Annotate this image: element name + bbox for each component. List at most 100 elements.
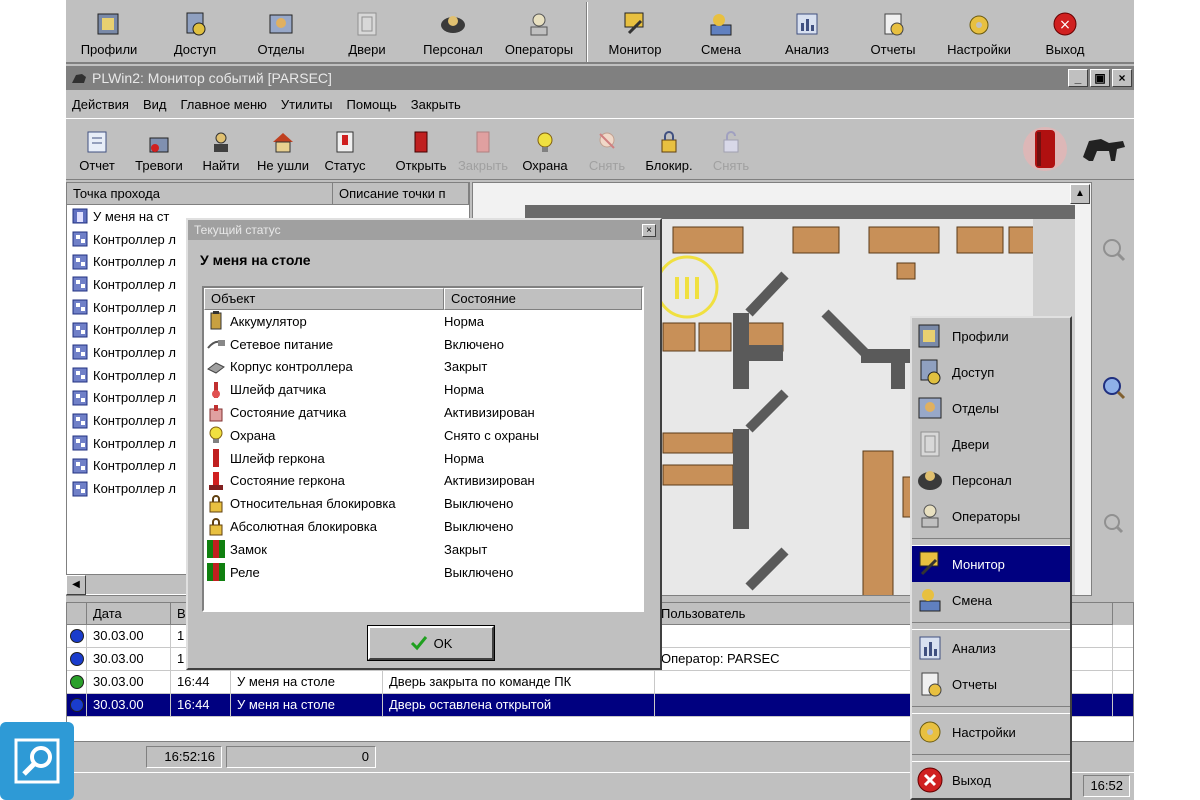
status-row[interactable]: Абсолютная блокировка Выключено [204, 515, 642, 538]
alarm-icon [149, 137, 169, 153]
status-object-cell: Состояние датчика [204, 403, 444, 423]
ok-button[interactable]: OK [367, 625, 495, 661]
status-row[interactable]: Сетевое питание Включено [204, 333, 642, 356]
status-row[interactable]: Корпус контроллера Закрыт [204, 356, 642, 379]
close-window-button[interactable]: × [1112, 69, 1132, 87]
window-titlebar[interactable]: PLWin2: Монитор событий [PARSEC] _ ▣ × [66, 66, 1134, 90]
dialog-title: Текущий статус [194, 223, 281, 237]
not-left-button[interactable]: Не ушли [252, 119, 314, 179]
status-row[interactable]: Относительная блокировка Выключено [204, 492, 642, 515]
open-door-button[interactable]: Открыть [390, 119, 452, 179]
popup-menu-item[interactable]: Операторы [912, 498, 1070, 534]
menu-view[interactable]: Вид [143, 97, 167, 112]
status-object-label: Реле [230, 564, 260, 580]
reed-state-icon [209, 471, 223, 490]
popup-menu-item[interactable]: Профили [912, 318, 1070, 354]
tree-item-label: Контроллер л [93, 299, 176, 315]
dialog-titlebar[interactable]: Текущий статус × [188, 220, 660, 240]
search-tile[interactable] [0, 722, 74, 800]
block-button[interactable]: Блокир. [638, 119, 700, 179]
status-row[interactable]: Шлейф геркона Норма [204, 447, 642, 470]
restore-button[interactable]: ▣ [1090, 69, 1110, 87]
menu-main[interactable]: Главное меню [181, 97, 267, 112]
shift-icon [706, 10, 736, 38]
map-scroll-up-button[interactable]: ▲ [1070, 184, 1090, 204]
desktop-screen: Профили Доступ Отделы Двери Персонал Опе… [66, 0, 1134, 800]
search-icon [14, 738, 60, 784]
status-row[interactable]: Реле Выключено [204, 561, 642, 584]
status-row[interactable]: Состояние датчика Активизирован [204, 401, 642, 424]
popup-menu-item[interactable]: Персонал [912, 462, 1070, 498]
find-button[interactable]: Найти [190, 119, 252, 179]
toolbar-personnel-button[interactable]: Персонал [410, 0, 496, 62]
menu-actions[interactable]: Действия [72, 97, 129, 112]
status-object-cell: Состояние геркона [204, 471, 444, 491]
toolbar-departments-button[interactable]: Отделы [238, 0, 324, 62]
status-row[interactable]: Состояние геркона Активизирован [204, 470, 642, 493]
status-object-cell: Реле [204, 562, 444, 582]
toolbar-doors-button[interactable]: Двери [324, 0, 410, 62]
tree-item-label: Контроллер л [93, 435, 176, 451]
menu-help[interactable]: Помощь [347, 97, 397, 112]
column-access-point[interactable]: Точка прохода [67, 183, 333, 204]
status-row[interactable]: Шлейф датчика Норма [204, 378, 642, 401]
popup-menu-item[interactable]: Отчеты [912, 666, 1070, 702]
status-object-label: Шлейф геркона [230, 450, 325, 466]
status-row[interactable]: Аккумулятор Норма [204, 310, 642, 333]
access-icon [920, 359, 941, 385]
column-state[interactable]: Состояние [444, 288, 642, 310]
toolbar-shift-button[interactable]: Смена [678, 0, 764, 62]
event-event-cell: Дверь оставлена открытой [383, 694, 655, 716]
status-state-cell: Выключено [444, 496, 514, 512]
controller-icon [72, 390, 88, 406]
analysis-icon [919, 636, 941, 660]
guard-button[interactable]: Охрана [514, 119, 576, 179]
toolbar-profiles-button[interactable]: Профили [66, 0, 152, 62]
menu-utilities[interactable]: Утилиты [281, 97, 333, 112]
popup-menu-item[interactable]: Смена [912, 582, 1070, 618]
minimize-button[interactable]: _ [1068, 69, 1088, 87]
alarms-button[interactable]: Тревоги [128, 119, 190, 179]
dialog-close-button[interactable]: × [642, 223, 656, 237]
controller-icon [72, 299, 88, 315]
menu-close[interactable]: Закрыть [411, 97, 461, 112]
popup-menu-item[interactable]: Настройки [912, 714, 1070, 750]
column-access-point-description[interactable]: Описание точки п [333, 183, 469, 204]
column-status[interactable] [67, 603, 87, 625]
popup-menu-item[interactable]: Двери [912, 426, 1070, 462]
status-button[interactable]: Статус [314, 119, 376, 179]
menu-separator [912, 622, 1070, 630]
status-object-cell: Сетевое питание [204, 334, 444, 354]
toolbar-access-button[interactable]: Доступ [152, 0, 238, 62]
popup-menu-item[interactable]: Монитор [912, 546, 1070, 582]
doors-icon [920, 431, 940, 457]
popup-menu-item[interactable]: Выход [912, 762, 1070, 798]
popup-menu-label: Двери [952, 436, 990, 452]
toolbar-settings-button[interactable]: Настройки [936, 0, 1022, 62]
popup-menu-label: Профили [952, 328, 1009, 344]
reed-loop-icon [213, 449, 219, 468]
toolbar-reports-button[interactable]: Отчеты [850, 0, 936, 62]
popup-menu-item[interactable]: Анализ [912, 630, 1070, 666]
zoom-sidebar [1092, 182, 1134, 596]
report-button[interactable]: Отчет [66, 119, 128, 179]
popup-menu-item[interactable]: Доступ [912, 354, 1070, 390]
unblock-button[interactable]: Снять [700, 119, 762, 179]
unguard-button[interactable]: Снять [576, 119, 638, 179]
column-object[interactable]: Объект [204, 288, 444, 310]
sensor-state-icon [209, 404, 223, 422]
toolbar-monitor-button[interactable]: Монитор [592, 0, 678, 62]
toolbar-analysis-button[interactable]: Анализ [764, 0, 850, 62]
toolbar-operators-button[interactable]: Операторы [496, 0, 582, 62]
status-row[interactable]: Замок Закрыт [204, 538, 642, 561]
column-date[interactable]: Дата [87, 603, 171, 625]
unguard-icon [599, 132, 615, 149]
controller-icon [72, 276, 88, 292]
status-object-cell: Охрана [204, 425, 444, 445]
scroll-left-button[interactable]: ◀ [66, 575, 86, 595]
close-door-button[interactable]: Закрыть [452, 119, 514, 179]
toolbar-exit-button[interactable]: × Выход [1022, 0, 1108, 62]
status-object-label: Корпус контроллера [230, 359, 353, 375]
status-row[interactable]: Охрана Снято с охраны [204, 424, 642, 447]
popup-menu-item[interactable]: Отделы [912, 390, 1070, 426]
